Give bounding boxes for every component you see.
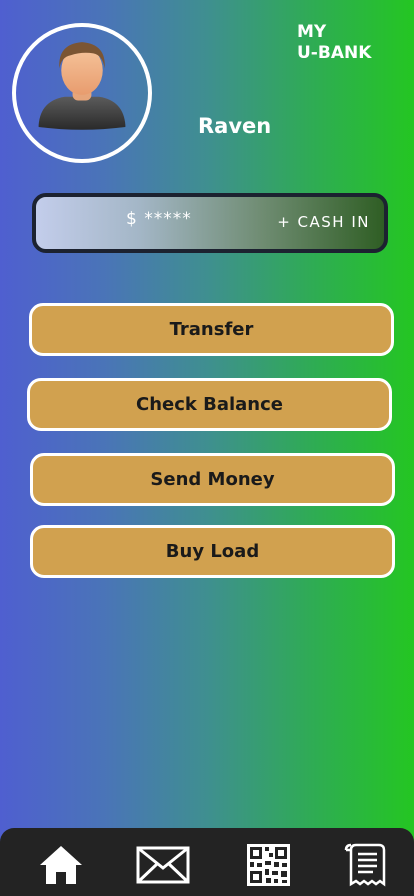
currency-symbol: $ (126, 209, 138, 229)
user-avatar-icon (38, 42, 126, 130)
check-balance-button[interactable]: Check Balance (27, 378, 392, 431)
bottom-nav (0, 828, 414, 896)
user-name: Raven (198, 114, 272, 138)
nav-home[interactable] (38, 842, 84, 888)
buy-load-button[interactable]: Buy Load (30, 525, 395, 578)
transfer-button[interactable]: Transfer (29, 303, 394, 356)
profile-avatar[interactable] (12, 23, 152, 163)
send-money-button[interactable]: Send Money (30, 453, 395, 506)
cash-in-button[interactable]: + CASH IN (277, 213, 370, 231)
masked-balance: ***** (144, 209, 192, 229)
app-title: MY U-BANK (297, 22, 372, 63)
mail-icon (136, 846, 190, 884)
qr-code-icon (247, 844, 290, 886)
balance-card: $ ***** + CASH IN (32, 193, 388, 253)
balance-value: $ ***** (126, 209, 192, 229)
nav-mail[interactable] (136, 842, 190, 888)
nav-qr[interactable] (246, 842, 291, 888)
nav-receipt[interactable] (343, 842, 387, 888)
receipt-icon (344, 843, 386, 887)
home-icon (40, 846, 82, 884)
